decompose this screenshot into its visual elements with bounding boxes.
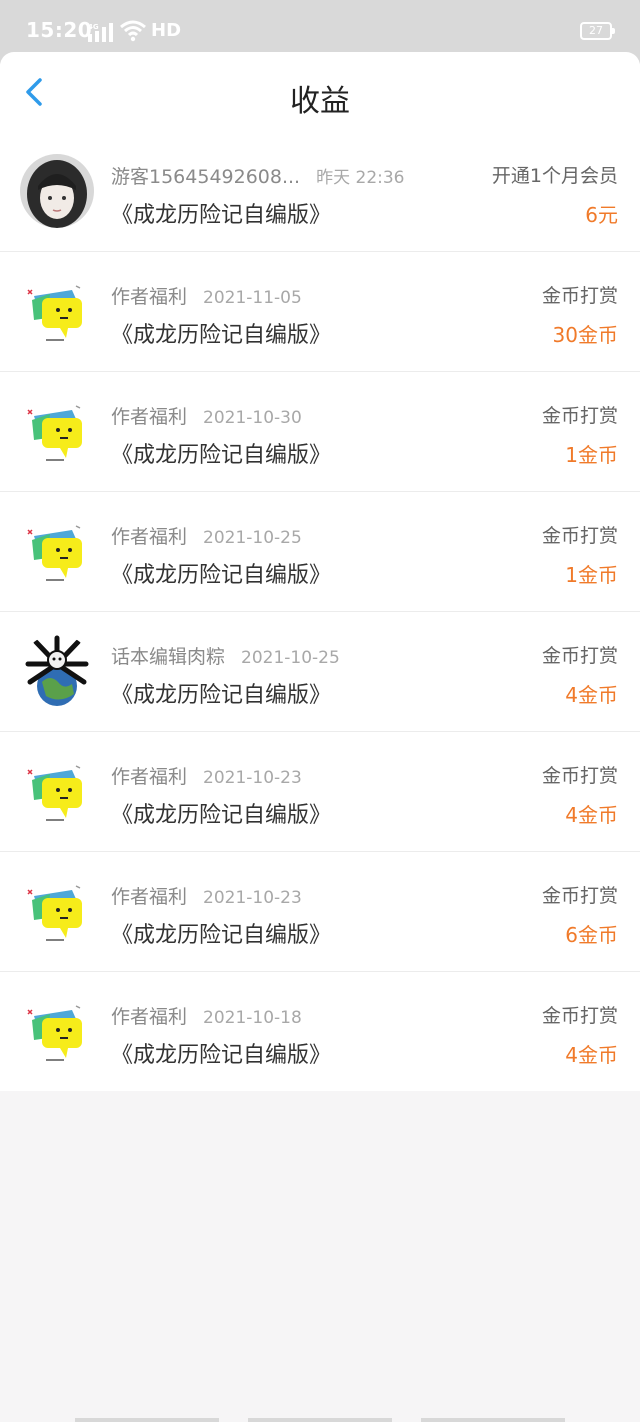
record-meta: 话本编辑肉粽 2021-10-25: [111, 642, 340, 669]
battery-icon: 27: [580, 22, 615, 40]
record-meta: 作者福利 2021-10-23: [111, 882, 302, 909]
work-title: 《成龙历险记自编版》: [111, 323, 332, 348]
avatar[interactable]: [20, 154, 94, 228]
user-name: 作者福利: [111, 286, 188, 308]
record-meta: 作者福利 2021-11-05: [111, 282, 302, 309]
user-name: 作者福利: [111, 886, 188, 908]
work-title: 《成龙历险记自编版》: [111, 203, 332, 228]
avatar[interactable]: [20, 994, 94, 1068]
earning-type: 开通1个月会员: [491, 165, 618, 187]
user-name: 游客15645492608...: [111, 166, 301, 188]
earning-type: 金币打赏: [541, 765, 618, 787]
page-title: 收益: [290, 84, 350, 119]
earning-row[interactable]: 作者福利 2021-10-18 《成龙历险记自编版》 金币打赏 4金币: [0, 972, 640, 1091]
record-date: 2021-11-05: [203, 288, 302, 308]
user-name: 作者福利: [111, 526, 188, 548]
user-name: 话本编辑肉粽: [111, 646, 226, 668]
work-title: 《成龙历险记自编版》: [111, 1043, 332, 1068]
earning-type: 金币打赏: [541, 285, 618, 307]
earning-amount: 6金币: [565, 923, 618, 947]
signal-icon: 4G: [88, 23, 113, 42]
work-title: 《成龙历险记自编版》: [111, 683, 332, 708]
earning-row[interactable]: 作者福利 2021-10-25 《成龙历险记自编版》 金币打赏 1金币: [0, 492, 640, 612]
earning-row[interactable]: 作者福利 2021-10-23 《成龙历险记自编版》 金币打赏 4金币: [0, 732, 640, 852]
record-date: 2021-10-18: [203, 1008, 302, 1028]
user-name: 作者福利: [111, 1006, 188, 1028]
nav-bar-segment-right: [421, 1418, 565, 1422]
work-title: 《成龙历险记自编版》: [111, 563, 332, 588]
avatar[interactable]: [20, 394, 94, 468]
earning-row[interactable]: 作者福利 2021-10-23 《成龙历险记自编版》 金币打赏 6金币: [0, 852, 640, 972]
record-meta: 作者福利 2021-10-30: [111, 402, 302, 429]
earning-amount: 1金币: [565, 563, 618, 587]
record-date: 2021-10-25: [241, 648, 340, 668]
earning-type: 金币打赏: [541, 1005, 618, 1027]
avatar[interactable]: [20, 754, 94, 828]
header: 收益: [0, 52, 640, 133]
network-label: 4G: [88, 23, 99, 31]
nav-bar-segment-left: [75, 1418, 219, 1422]
record-date: 2021-10-30: [203, 408, 302, 428]
avatar[interactable]: [20, 274, 94, 348]
earning-amount: 30金币: [552, 323, 618, 347]
earning-row[interactable]: 话本编辑肉粽 2021-10-25 《成龙历险记自编版》 金币打赏 4金币: [0, 612, 640, 732]
earning-amount: 4金币: [565, 683, 618, 707]
earning-row[interactable]: 游客15645492608... 昨天 22:36 《成龙历险记自编版》 开通1个月会…: [0, 132, 640, 252]
avatar[interactable]: [20, 634, 94, 708]
earning-amount: 6元: [585, 203, 618, 227]
earning-row[interactable]: 作者福利 2021-10-30 《成龙历险记自编版》 金币打赏 1金币: [0, 372, 640, 492]
earning-type: 金币打赏: [541, 885, 618, 907]
record-meta: 游客15645492608... 昨天 22:36: [111, 162, 405, 189]
work-title: 《成龙历险记自编版》: [111, 923, 332, 948]
work-title: 《成龙历险记自编版》: [111, 803, 332, 828]
earning-amount: 1金币: [565, 443, 618, 467]
avatar[interactable]: [20, 514, 94, 588]
record-meta: 作者福利 2021-10-25: [111, 522, 302, 549]
avatar[interactable]: [20, 874, 94, 948]
record-meta: 作者福利 2021-10-23: [111, 762, 302, 789]
status-time: 15:20: [26, 18, 93, 42]
earnings-list: 游客15645492608... 昨天 22:36 《成龙历险记自编版》 开通1个月会…: [0, 132, 640, 1091]
work-title: 《成龙历险记自编版》: [111, 443, 332, 468]
record-date: 昨天 22:36: [316, 168, 405, 188]
earning-type: 金币打赏: [541, 645, 618, 667]
earning-type: 金币打赏: [541, 405, 618, 427]
earning-amount: 4金币: [565, 1043, 618, 1067]
user-name: 作者福利: [111, 766, 188, 788]
earning-type: 金币打赏: [541, 525, 618, 547]
record-date: 2021-10-23: [203, 888, 302, 908]
nav-bar-segment-middle: [248, 1418, 392, 1422]
record-date: 2021-10-25: [203, 528, 302, 548]
wifi-icon: [120, 20, 146, 42]
battery-level: 27: [589, 24, 603, 37]
hd-label: HD: [151, 20, 182, 41]
earning-amount: 4金币: [565, 803, 618, 827]
earning-row[interactable]: 作者福利 2021-11-05 《成龙历险记自编版》 金币打赏 30金币: [0, 252, 640, 372]
record-date: 2021-10-23: [203, 768, 302, 788]
user-name: 作者福利: [111, 406, 188, 428]
record-meta: 作者福利 2021-10-18: [111, 1002, 302, 1029]
